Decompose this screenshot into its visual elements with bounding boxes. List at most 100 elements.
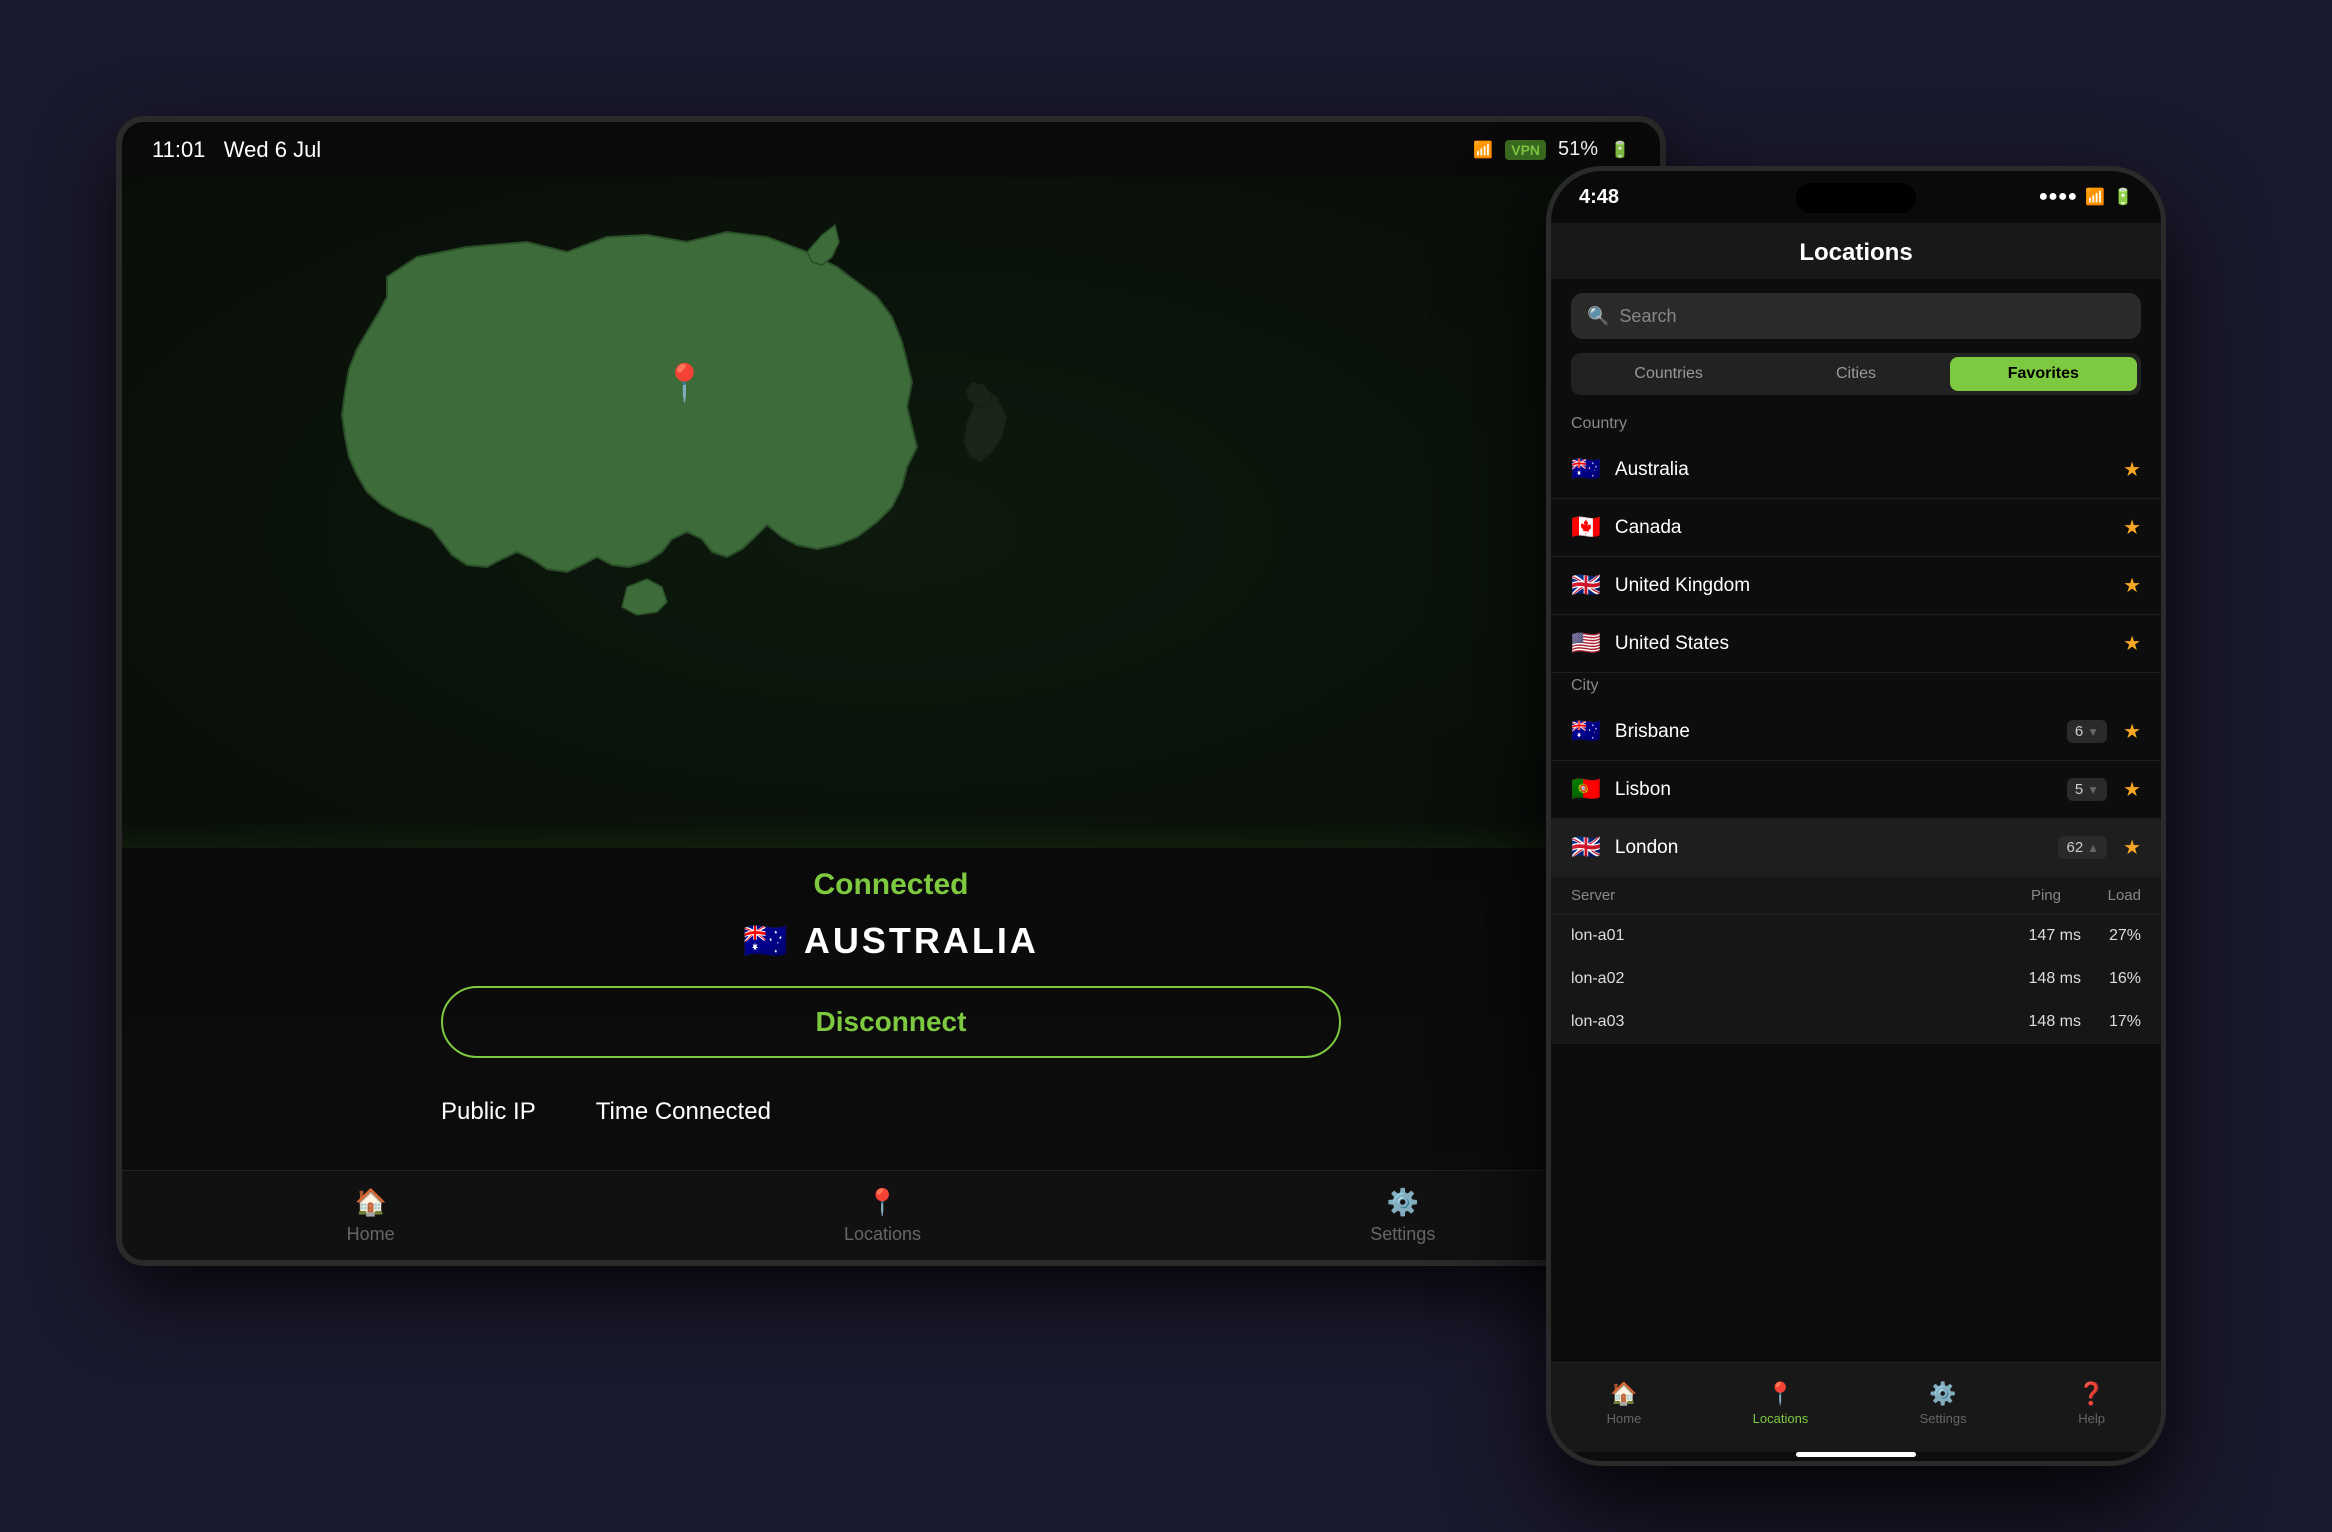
australia-star[interactable]: ★ xyxy=(2123,457,2141,482)
server-row-lona02[interactable]: lon-a02 148 ms 16% xyxy=(1551,958,2161,1001)
list-item-us[interactable]: 🇺🇸 United States ★ xyxy=(1551,615,2161,673)
public-ip-label: Public IP xyxy=(441,1098,536,1126)
phone-nav-help-label: Help xyxy=(2078,1411,2105,1426)
phone-home-indicator xyxy=(1796,1452,1916,1457)
tablet-vpn-badge: VPN xyxy=(1505,140,1546,160)
tablet-status-icons: 📶 VPN 51% 🔋 xyxy=(1473,138,1630,161)
map-pin: 📍 xyxy=(662,362,707,404)
country-display: 🇦🇺 AUSTRALIA xyxy=(743,920,1039,962)
tablet-nav-settings[interactable]: ⚙️ Settings xyxy=(1370,1187,1435,1245)
phone-nav-locations-label: Locations xyxy=(1753,1411,1809,1426)
phone-status-icons: ●●●● 📶 🔋 xyxy=(2039,187,2134,207)
server-row-lona01[interactable]: lon-a01 147 ms 27% xyxy=(1551,915,2161,958)
tablet-nav-home[interactable]: 🏠 Home xyxy=(347,1187,395,1245)
tab-cities[interactable]: Cities xyxy=(1762,357,1949,391)
phone-screen: Locations 🔍 Search Countries Cities Favo… xyxy=(1551,223,2161,1461)
phone-nav-settings-label: Settings xyxy=(1920,1411,1967,1426)
phone-home-icon: 🏠 xyxy=(1610,1381,1637,1407)
lisbon-star[interactable]: ★ xyxy=(2123,777,2141,802)
brisbane-chevron: ▼ xyxy=(2087,725,2099,739)
phone-nav-locations[interactable]: 📍 Locations xyxy=(1753,1381,1809,1426)
phone-notch xyxy=(1796,183,1916,213)
london-star[interactable]: ★ xyxy=(2123,835,2141,860)
tablet-map-area: 📍 xyxy=(122,177,1660,881)
country-flag-large: 🇦🇺 xyxy=(743,920,788,962)
phone-title: Locations xyxy=(1799,239,1912,266)
server-load-lona01: 27% xyxy=(2081,927,2141,945)
phone-header: Locations xyxy=(1551,223,2161,279)
server-load-lona02: 16% xyxy=(2081,970,2141,988)
locations-list: Country 🇦🇺 Australia ★ 🇨🇦 Canada ★ 🇬🇧 U xyxy=(1551,411,2161,1362)
london-chevron: ▲ xyxy=(2087,841,2099,855)
brisbane-flag: 🇦🇺 xyxy=(1571,717,1601,746)
us-star[interactable]: ★ xyxy=(2123,631,2141,656)
tablet-navbar: 🏠 Home 📍 Locations ⚙️ Settings xyxy=(122,1170,1660,1260)
phone-nav-help[interactable]: ❓ Help xyxy=(2078,1381,2105,1426)
server-load-lona03: 17% xyxy=(2081,1013,2141,1031)
search-icon: 🔍 xyxy=(1587,306,1609,327)
list-item-canada[interactable]: 🇨🇦 Canada ★ xyxy=(1551,499,2161,557)
canada-star[interactable]: ★ xyxy=(2123,515,2141,540)
phone-locations-icon: 📍 xyxy=(1767,1381,1794,1407)
nz-hint xyxy=(942,377,1022,477)
server-ping-lona02: 148 ms xyxy=(1991,970,2081,988)
canada-name: Canada xyxy=(1615,517,2115,539)
australia-map xyxy=(242,197,992,617)
city-section-label: City xyxy=(1551,673,2161,703)
tablet-nav-locations[interactable]: 📍 Locations xyxy=(844,1187,921,1245)
tablet-battery-icon: 🔋 xyxy=(1610,140,1630,160)
tab-favorites[interactable]: Favorites xyxy=(1950,357,2137,391)
phone-nav-settings[interactable]: ⚙️ Settings xyxy=(1920,1381,1967,1426)
brisbane-name: Brisbane xyxy=(1615,721,2067,743)
phone-device: 4:48 ●●●● 📶 🔋 Locations 🔍 Search Countri… xyxy=(1546,166,2166,1466)
phone-help-icon: ❓ xyxy=(2078,1381,2105,1407)
load-col-header: Load xyxy=(2061,887,2141,904)
tablet-nav-locations-label: Locations xyxy=(844,1224,921,1245)
tablet-content: 📍 Connected 🇦🇺 AUSTRALIA Disconne xyxy=(122,177,1660,1260)
lisbon-flag: 🇵🇹 xyxy=(1571,775,1601,804)
australia-name: Australia xyxy=(1615,459,2115,481)
public-ip-item: Public IP xyxy=(441,1098,536,1126)
server-ping-lona03: 148 ms xyxy=(1991,1013,2081,1031)
tab-countries[interactable]: Countries xyxy=(1575,357,1762,391)
london-name: London xyxy=(1615,837,2059,859)
server-row-lona03[interactable]: lon-a03 148 ms 17% xyxy=(1551,1001,2161,1044)
brisbane-star[interactable]: ★ xyxy=(2123,719,2141,744)
connected-status: Connected xyxy=(813,868,968,902)
server-header-row: Server Ping Load xyxy=(1551,877,2161,915)
phone-nav-home[interactable]: 🏠 Home xyxy=(1607,1381,1642,1426)
list-item-lisbon[interactable]: 🇵🇹 Lisbon 5 ▼ ★ xyxy=(1551,761,2161,819)
phone-battery-icon: 🔋 xyxy=(2113,187,2133,207)
list-item-australia[interactable]: 🇦🇺 Australia ★ xyxy=(1551,441,2161,499)
lisbon-name: Lisbon xyxy=(1615,779,2067,801)
disconnect-button[interactable]: Disconnect xyxy=(441,986,1341,1058)
phone-wifi-icon: 📶 xyxy=(2085,187,2105,207)
uk-name: United Kingdom xyxy=(1615,575,2115,597)
tablet-battery-text: 51% xyxy=(1558,138,1598,161)
phone-nav-home-label: Home xyxy=(1607,1411,1642,1426)
phone-navbar: 🏠 Home 📍 Locations ⚙️ Settings ❓ Help xyxy=(1551,1362,2161,1452)
lisbon-chevron: ▼ xyxy=(2087,783,2099,797)
phone-signal-icon: ●●●● xyxy=(2039,188,2078,206)
tablet-nav-settings-label: Settings xyxy=(1370,1224,1435,1245)
list-item-london[interactable]: 🇬🇧 London 62 ▲ ★ xyxy=(1551,819,2161,877)
london-servers-section: Server Ping Load lon-a01 147 ms 27% lon-… xyxy=(1551,877,2161,1044)
server-ping-lona01: 147 ms xyxy=(1991,927,2081,945)
us-name: United States xyxy=(1615,633,2115,655)
uk-star[interactable]: ★ xyxy=(2123,573,2141,598)
australia-flag: 🇦🇺 xyxy=(1571,455,1601,484)
london-count-badge: 62 ▲ xyxy=(2058,836,2107,859)
home-icon: 🏠 xyxy=(354,1187,386,1218)
tablet-device: 11:01 Wed 6 Jul 📶 VPN 51% 🔋 xyxy=(116,116,1666,1266)
server-name-lona01: lon-a01 xyxy=(1571,927,1991,945)
search-bar[interactable]: 🔍 Search xyxy=(1571,293,2141,339)
tablet-time: 11:01 Wed 6 Jul xyxy=(152,137,321,163)
time-connected-label: Time Connected xyxy=(596,1098,771,1126)
list-item-brisbane[interactable]: 🇦🇺 Brisbane 6 ▼ ★ xyxy=(1551,703,2161,761)
scene: 11:01 Wed 6 Jul 📶 VPN 51% 🔋 xyxy=(66,66,2266,1466)
country-name-large: AUSTRALIA xyxy=(804,920,1039,962)
list-item-uk[interactable]: 🇬🇧 United Kingdom ★ xyxy=(1551,557,2161,615)
time-connected-item: Time Connected xyxy=(596,1098,771,1126)
lisbon-count-badge: 5 ▼ xyxy=(2067,778,2107,801)
phone-settings-icon: ⚙️ xyxy=(1929,1381,1956,1407)
